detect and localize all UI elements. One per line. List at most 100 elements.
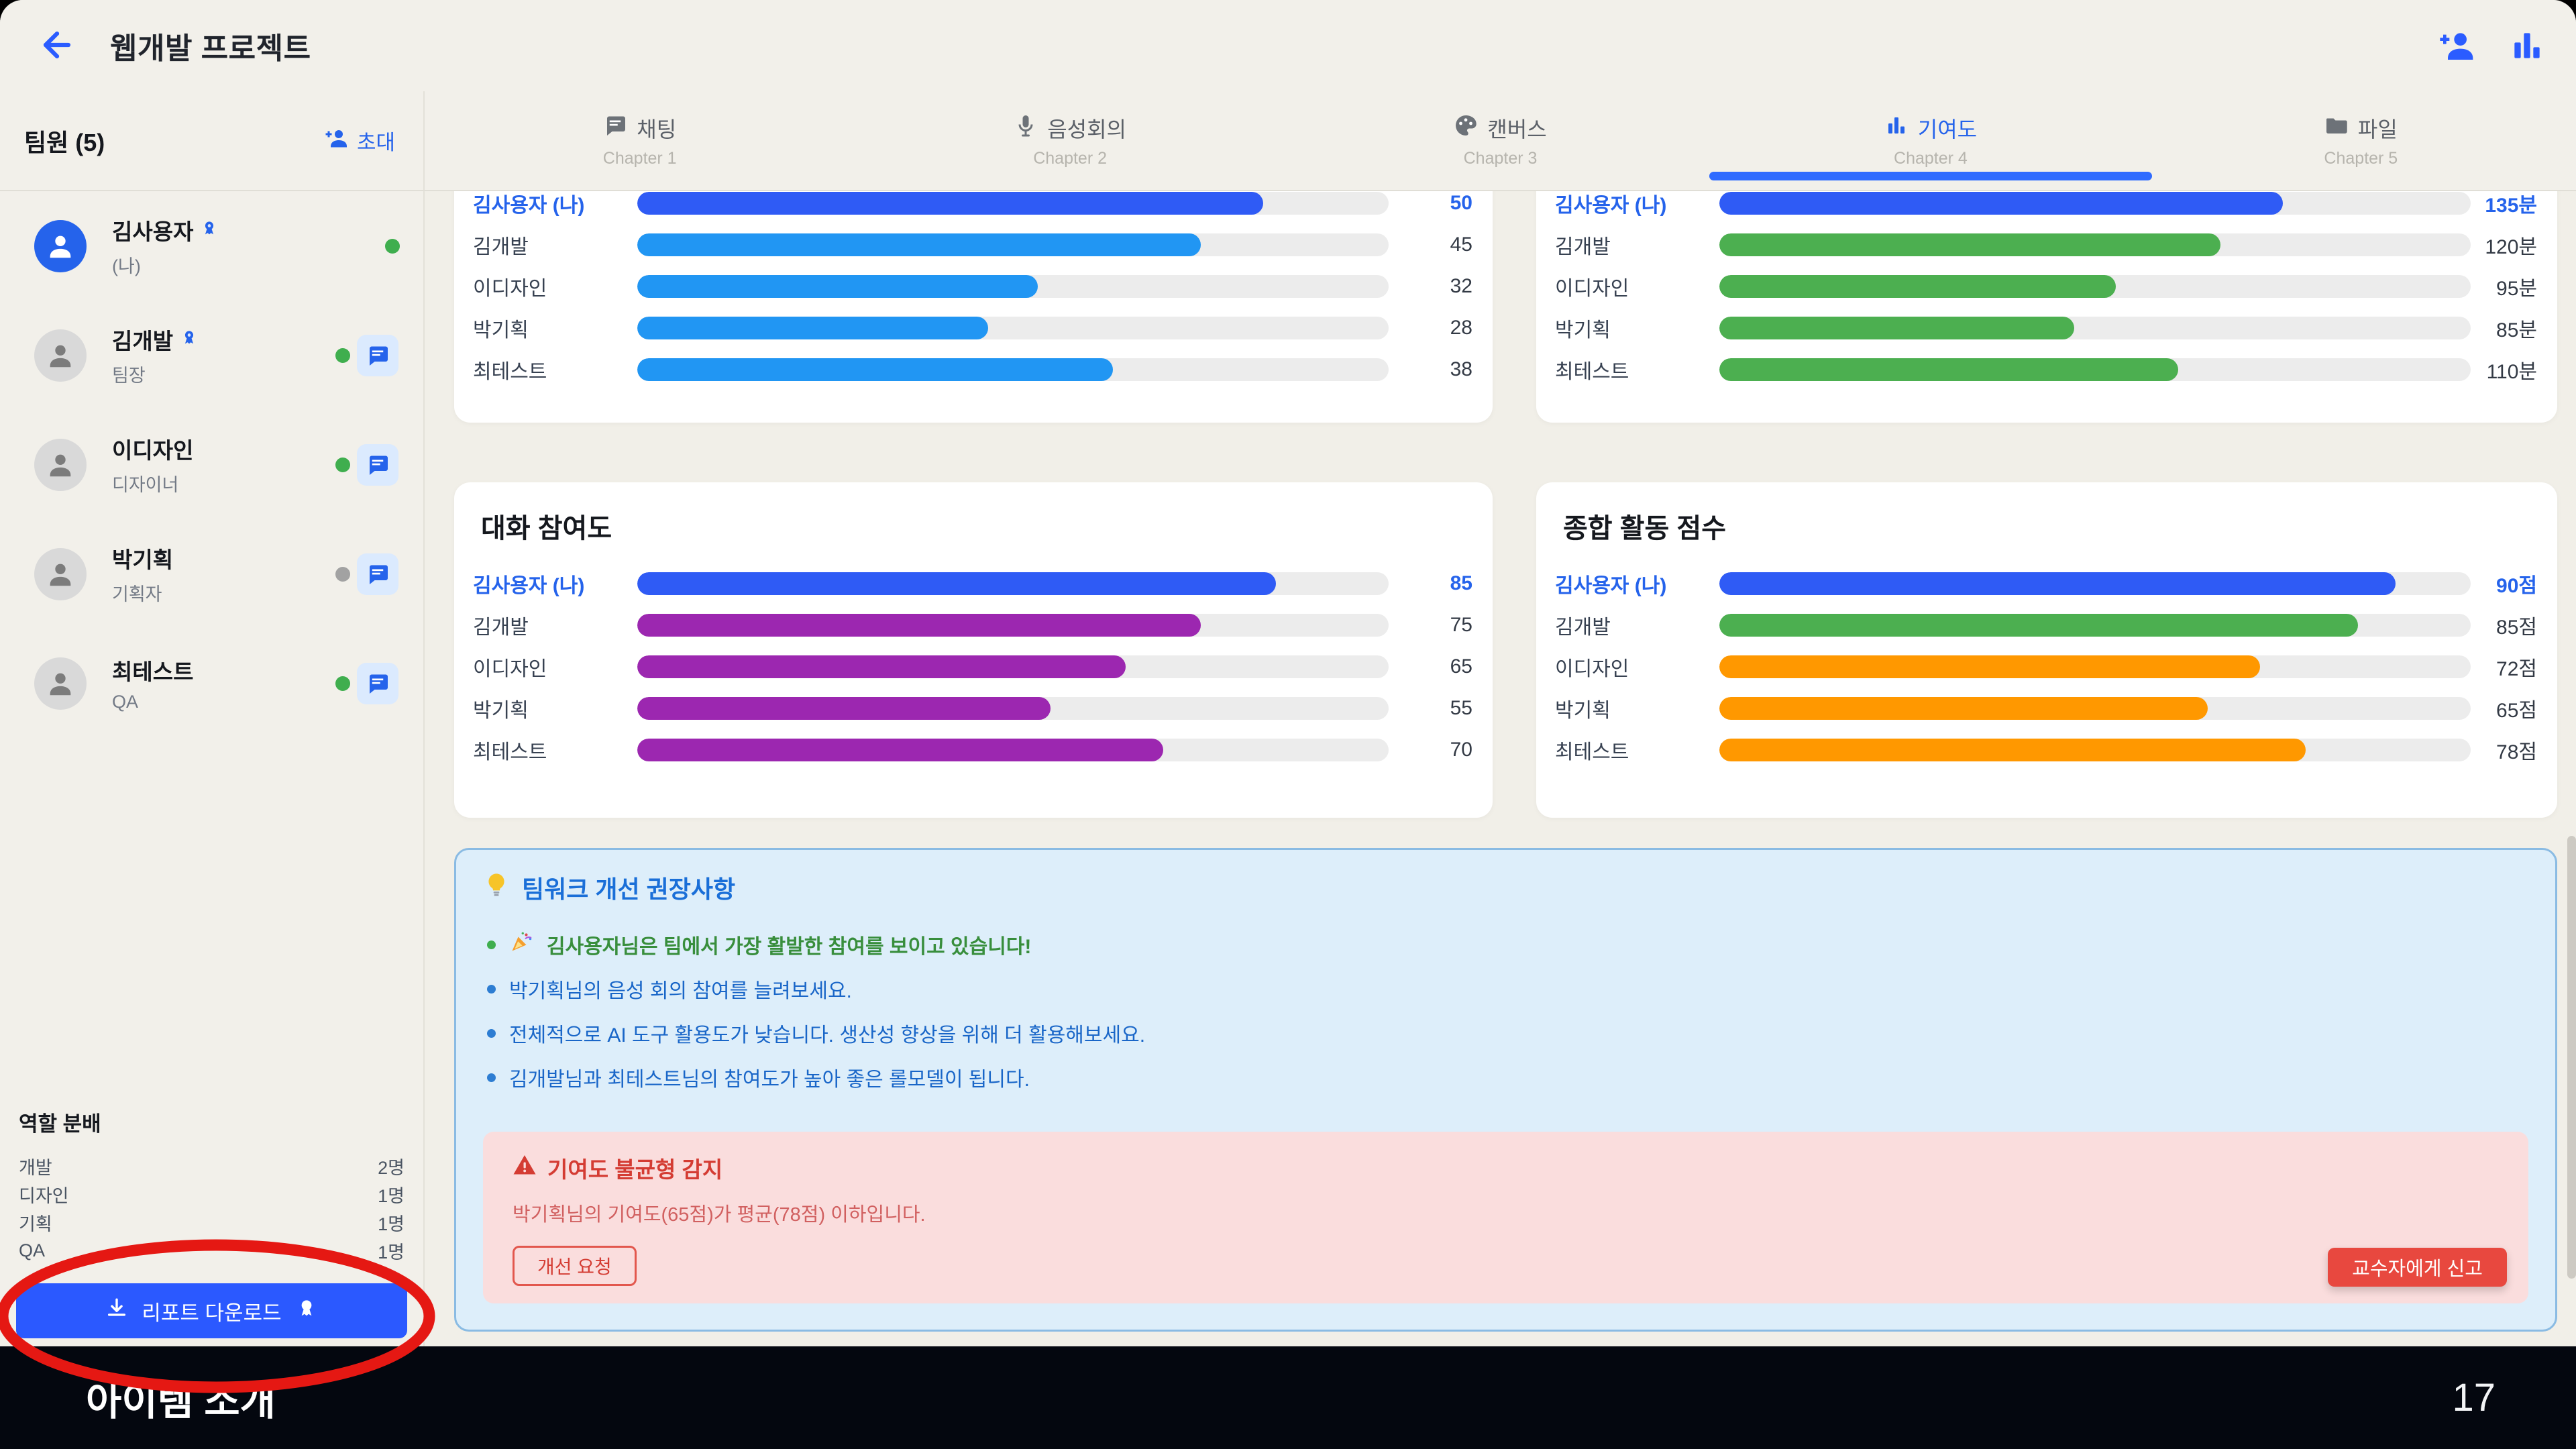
- member-name: 김사용자: [112, 214, 219, 246]
- chat-button[interactable]: [357, 444, 398, 486]
- bar: [637, 655, 1126, 678]
- chart-row-label: 김사용자 (나): [1555, 569, 1713, 598]
- bar: [1719, 317, 2074, 339]
- tab-chapter-4[interactable]: 기여도Chapter 4: [1715, 91, 2145, 190]
- recommendation-item: 전체적으로 AI 도구 활용도가 낮습니다. 생산성 향상을 위해 더 활용해보…: [487, 1011, 2555, 1055]
- bullet-dot: [487, 985, 496, 994]
- bar: [637, 317, 988, 339]
- tab-chapter-3[interactable]: 캔버스Chapter 3: [1285, 91, 1715, 190]
- member-row[interactable]: 최테스트 QA: [0, 629, 423, 738]
- chart-row-value: 70: [1450, 739, 1472, 761]
- chart-row-label: 이디자인: [1555, 272, 1713, 301]
- tab-chapter: Chapter 1: [603, 149, 677, 168]
- chart-row: 이디자인32: [454, 266, 1493, 307]
- recommendation-item: 김사용자님은 팀에서 가장 활발한 참여를 보이고 있습니다!: [487, 922, 2555, 967]
- medal-icon: [295, 1297, 318, 1325]
- caption-text: 아이템 소개: [86, 1370, 276, 1426]
- chart-row: 김사용자 (나)50: [454, 191, 1493, 224]
- member-name: 최테스트: [112, 654, 193, 686]
- page-title: 웹개발 프로젝트: [110, 24, 311, 67]
- chart-row: 김개발120분: [1536, 224, 2557, 266]
- tab-bar: 채팅 Chapter 1 음성회의Chapter 2캔버스Chapter 3기여도C…: [425, 91, 2576, 190]
- tab-chapter-1[interactable]: 채팅 Chapter 1: [425, 91, 855, 190]
- chart-row-value: 110분: [2487, 355, 2537, 384]
- palette-icon: [1454, 113, 1478, 143]
- member-row[interactable]: 김개발팀장: [0, 301, 423, 410]
- bar-track: [637, 317, 1389, 339]
- back-button[interactable]: [34, 22, 80, 69]
- bar: [1719, 572, 2396, 595]
- tab-label: 채팅: [637, 113, 676, 144]
- chart-row-label: 이디자인: [473, 652, 631, 682]
- role-count: 2명: [378, 1153, 405, 1179]
- tab-chapter: Chapter 2: [1033, 149, 1107, 168]
- role-label: 디자인: [19, 1181, 69, 1208]
- chart-title: 종합 활동 점수: [1563, 506, 2557, 545]
- tab-chapter: Chapter 5: [2324, 149, 2398, 168]
- chart-row: 이디자인95분: [1536, 266, 2557, 307]
- recommendations-title-text: 팀워크 개선 권장사항: [522, 870, 735, 905]
- chart-row-label: 김개발: [1555, 610, 1713, 640]
- chart-row-label: 최테스트: [1555, 735, 1713, 765]
- bar: [1719, 697, 2208, 720]
- folder-icon: [2324, 113, 2349, 143]
- chart-row-label: 김사용자 (나): [1555, 191, 1713, 218]
- teamwork-recommendations-box: 팀워크 개선 권장사항 김사용자님은 팀에서 가장 활발한 참여를 보이고 있습…: [454, 848, 2557, 1332]
- bar: [637, 275, 1038, 298]
- chart-title: 대화 참여도: [481, 506, 1493, 545]
- badge-medal-icon: [180, 327, 199, 352]
- request-improvement-button[interactable]: 개선 요청: [513, 1246, 637, 1286]
- chat-button[interactable]: [357, 553, 398, 595]
- main-area: 김사용자(나)김개발팀장이디자인디자이너박기획기획자최테스트QA 역할 분배 개…: [0, 191, 2576, 1346]
- tab-label: 캔버스: [1487, 113, 1546, 144]
- tab-chapter: Chapter 4: [1894, 149, 1968, 168]
- bar-track: [637, 275, 1389, 298]
- chat-button[interactable]: [357, 663, 398, 704]
- chart-row-value: 85: [1450, 572, 1472, 595]
- tab-chapter-5[interactable]: 파일Chapter 5: [2146, 91, 2576, 190]
- member-name: 이디자인: [112, 433, 193, 465]
- person-add-icon: [325, 126, 349, 156]
- role-distribution-title: 역할 분배: [19, 1107, 405, 1137]
- chat-icon: [603, 113, 627, 143]
- contribution-panel: 김사용자 (나)50김개발45이디자인32박기획28최테스트38 김사용자 (나…: [425, 191, 2576, 1346]
- chart-row: 박기획28: [454, 307, 1493, 349]
- report-to-instructor-button[interactable]: 교수자에게 신고: [2328, 1248, 2507, 1287]
- add-member-icon[interactable]: [2438, 26, 2477, 65]
- chat-button[interactable]: [357, 335, 398, 376]
- chart-row-label: 김개발: [473, 610, 631, 640]
- chart-row-label: 최테스트: [473, 735, 631, 765]
- member-row[interactable]: 박기획기획자: [0, 519, 423, 629]
- bar-track: [1719, 572, 2471, 595]
- presentation-bar: 아이템 소개 17: [0, 1346, 2576, 1449]
- recommendation-text: 박기획님의 음성 회의 참여를 늘려보세요.: [509, 974, 852, 1004]
- avatar: [34, 548, 87, 600]
- stats-icon[interactable]: [2508, 26, 2546, 65]
- member-role: 팀장: [112, 361, 199, 387]
- invite-button[interactable]: 초대: [321, 125, 399, 156]
- chart-icon: [1884, 113, 1909, 143]
- report-download-button[interactable]: 리포트 다운로드: [16, 1283, 407, 1338]
- member-role: 기획자: [112, 580, 173, 606]
- bar-track: [637, 572, 1389, 595]
- member-role: (나): [112, 252, 219, 278]
- bar-track: [1719, 275, 2471, 298]
- bar: [1719, 192, 2283, 215]
- scrollbar-thumb[interactable]: [2567, 836, 2576, 1279]
- member-role: QA: [112, 692, 193, 712]
- member-row[interactable]: 김사용자 (나): [0, 191, 423, 301]
- role-label: 기획: [19, 1210, 52, 1236]
- warning-title: 기여도 불균형 감지: [513, 1152, 2528, 1184]
- avatar: [34, 439, 87, 491]
- invite-label: 초대: [357, 125, 395, 156]
- member-name: 김개발: [112, 323, 199, 356]
- warning-body: 박기획님의 기여도(65점)가 평균(78점) 이하입니다.: [513, 1199, 2528, 1227]
- report-download-label: 리포트 다운로드: [142, 1296, 281, 1326]
- recommendation-text: 김사용자님은 팀에서 가장 활발한 참여를 보이고 있습니다!: [547, 930, 1031, 959]
- chart-row-value: 90점: [2496, 569, 2537, 598]
- bar-track: [1719, 317, 2471, 339]
- bar: [637, 614, 1201, 637]
- tab-chapter-2[interactable]: 음성회의Chapter 2: [855, 91, 1285, 190]
- recommendation-item: 박기획님의 음성 회의 참여를 늘려보세요.: [487, 967, 2555, 1011]
- member-row[interactable]: 이디자인디자이너: [0, 410, 423, 519]
